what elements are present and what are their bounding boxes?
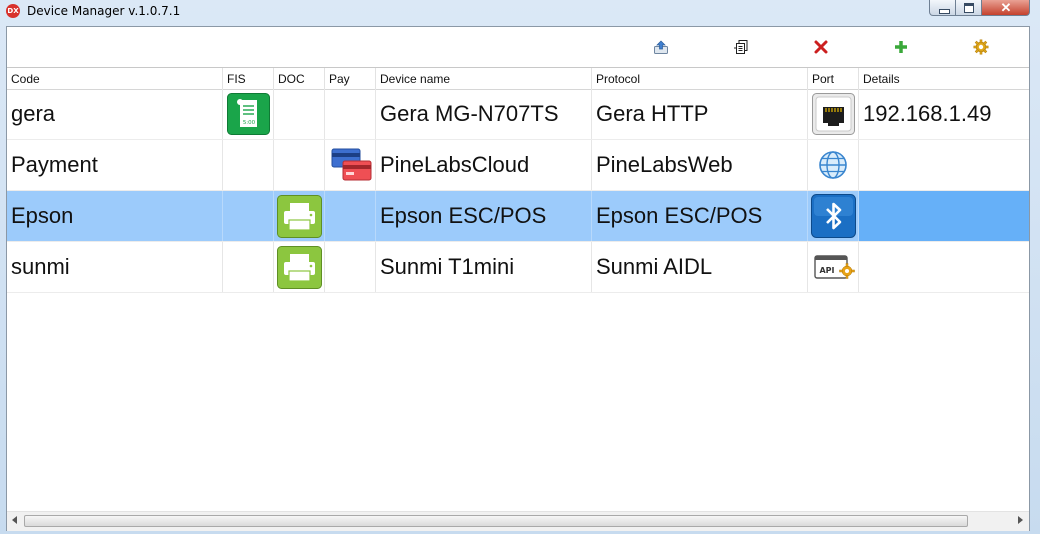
- cell-pay: [325, 242, 376, 292]
- cell-protocol: Gera HTTP: [592, 89, 808, 139]
- close-button[interactable]: ✕: [982, 0, 1030, 16]
- cell-fis: 5:00: [223, 89, 274, 139]
- cell-device-name: Sunmi T1mini: [376, 242, 592, 292]
- cell-doc: [274, 89, 325, 139]
- delete-button[interactable]: [809, 35, 833, 59]
- cell-pay: [325, 140, 376, 190]
- app-window: DX Device Manager v.1.0.7.1 ✕ Code FIS D…: [0, 0, 1040, 534]
- cell-fis: [223, 140, 274, 190]
- table-row[interactable]: sunmi Sunmi T1mini Sunmi AIDL API: [7, 242, 1029, 293]
- globe-icon: [819, 151, 847, 179]
- minimize-button[interactable]: [929, 0, 956, 16]
- column-header-protocol[interactable]: Protocol: [592, 68, 808, 89]
- api-icon: API: [814, 255, 855, 279]
- cell-port: API: [808, 242, 859, 292]
- cell-code: Epson: [7, 191, 223, 241]
- delete-icon: [814, 40, 828, 54]
- scroll-left-icon[interactable]: [12, 516, 17, 524]
- export-button[interactable]: [649, 35, 673, 59]
- column-header-code[interactable]: Code: [7, 68, 223, 89]
- column-header-fis[interactable]: FIS: [223, 68, 274, 89]
- printer-icon: [277, 246, 322, 289]
- cell-port: [808, 140, 859, 190]
- title-bar[interactable]: DX Device Manager v.1.0.7.1 ✕: [0, 0, 1040, 24]
- horizontal-scrollbar[interactable]: [7, 511, 1029, 531]
- add-button[interactable]: [889, 35, 913, 59]
- cell-fis: [223, 242, 274, 292]
- column-header-device-name[interactable]: Device name: [376, 68, 592, 89]
- cell-doc: [274, 191, 325, 241]
- properties-icon: [734, 40, 748, 54]
- cell-device-name: Epson ESC/POS: [376, 191, 592, 241]
- api-label: API: [819, 266, 834, 275]
- cell-device-name: PineLabsCloud: [376, 140, 592, 190]
- properties-button[interactable]: [729, 35, 753, 59]
- window-title: Device Manager v.1.0.7.1: [27, 4, 181, 18]
- add-icon: [895, 41, 907, 53]
- cell-details: [859, 140, 1029, 190]
- app-logo-icon: DX: [6, 4, 20, 18]
- cell-protocol: Epson ESC/POS: [592, 191, 808, 241]
- printer-icon: [277, 195, 322, 238]
- cell-details: 192.168.1.49: [863, 101, 992, 126]
- cell-fis: [223, 191, 274, 241]
- table-row[interactable]: Payment PineLabsCloud PineLabsWeb: [7, 140, 1029, 191]
- cell-doc: [274, 242, 325, 292]
- receipt-label: 5:00: [243, 120, 256, 126]
- maximize-button[interactable]: [956, 0, 982, 16]
- cell-device-name: Gera MG-N707TS: [376, 89, 592, 139]
- scroll-right-icon[interactable]: [1018, 516, 1023, 524]
- cell-code: sunmi: [7, 242, 223, 292]
- column-header-port[interactable]: Port: [808, 68, 859, 89]
- main-panel: Code FIS DOC Pay Device name Protocol Po…: [6, 26, 1030, 531]
- column-header-doc[interactable]: DOC: [274, 68, 325, 89]
- cell-pay: [325, 89, 376, 139]
- cell-protocol: Sunmi AIDL: [592, 242, 808, 292]
- column-header-pay[interactable]: Pay: [325, 68, 376, 89]
- fiscal-receipt-icon: 5:00: [227, 93, 270, 135]
- cell-port: [808, 89, 859, 139]
- cell-details: [859, 191, 1029, 241]
- payment-cards-icon: [331, 148, 372, 181]
- export-icon: [654, 40, 668, 54]
- close-icon: ✕: [1000, 0, 1012, 15]
- toolbar: [7, 27, 1029, 67]
- settings-button[interactable]: [969, 35, 993, 59]
- cell-doc: [274, 140, 325, 190]
- cell-code: Payment: [7, 140, 223, 190]
- table-row[interactable]: gera 5:00 Gera MG-N707TS Gera HTTP 192.1…: [7, 89, 1029, 140]
- cell-pay: [325, 191, 376, 241]
- bluetooth-icon: [811, 194, 856, 238]
- column-header-details[interactable]: Details: [859, 68, 1029, 89]
- cell-code: gera: [7, 89, 223, 139]
- table-row-selected[interactable]: Epson Epson ESC/POS Epson ESC/POS: [7, 191, 1029, 242]
- cell-port: [808, 191, 859, 241]
- scrollbar-thumb[interactable]: [24, 515, 968, 527]
- ethernet-port-icon: [812, 93, 855, 135]
- cell-details: [859, 242, 1029, 292]
- grid-header: Code FIS DOC Pay Device name Protocol Po…: [7, 67, 1029, 90]
- settings-icon: [973, 39, 989, 55]
- cell-protocol: PineLabsWeb: [592, 140, 808, 190]
